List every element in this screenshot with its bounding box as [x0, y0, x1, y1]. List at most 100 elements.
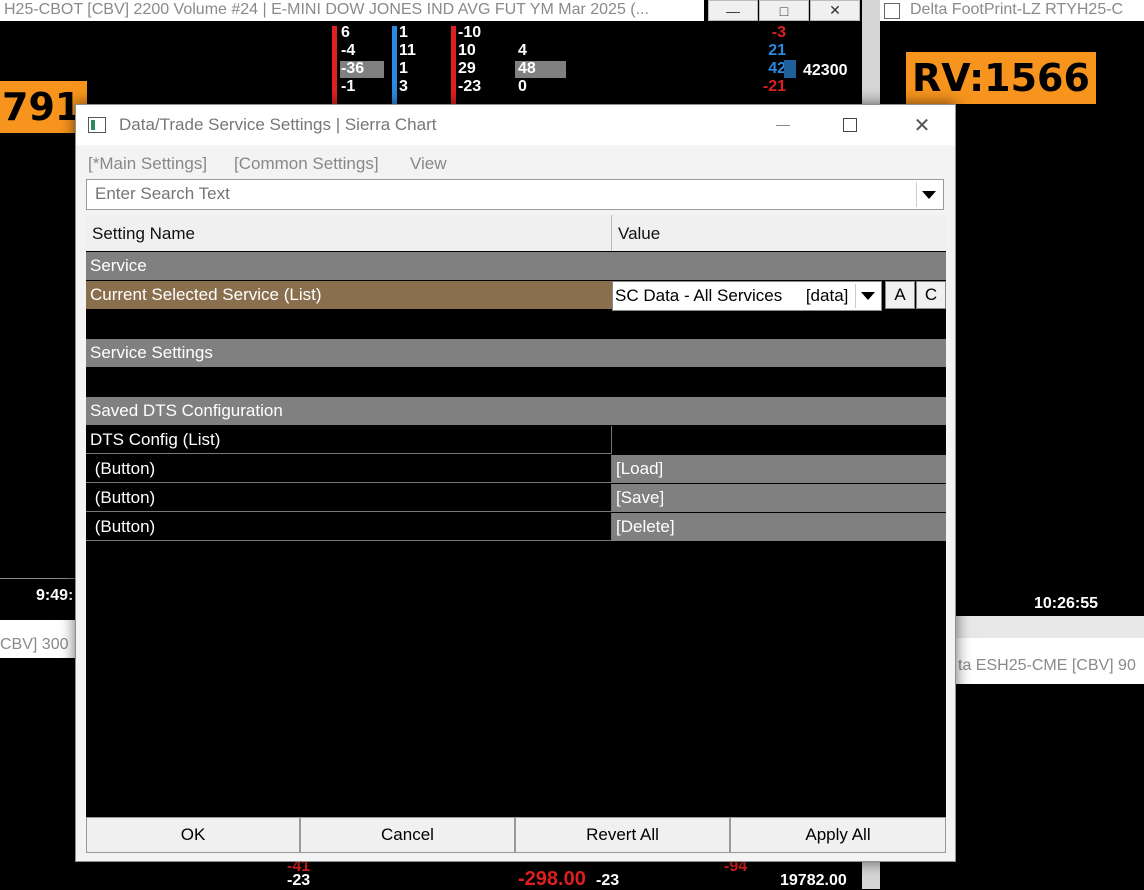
footprint-bar-red2 — [451, 26, 456, 104]
right-time: 10:26:55 — [1034, 595, 1099, 612]
setting-name: (Button) — [86, 484, 612, 512]
footprint-bar-blue2 — [784, 60, 796, 78]
footprint-value: 4 — [518, 42, 527, 59]
chevron-down-icon — [861, 292, 875, 300]
maximize-button[interactable]: □ — [759, 0, 809, 21]
service-dropdown-button[interactable] — [855, 284, 880, 308]
footprint-value: 11 — [399, 42, 416, 59]
bottom-price: 19782.00 — [780, 872, 847, 889]
maximize-icon — [843, 118, 857, 132]
left-time: 9:49: — [36, 587, 74, 604]
close-icon: ✕ — [829, 2, 841, 18]
footprint-value: 48 — [518, 60, 536, 77]
close-icon: ✕ — [913, 114, 931, 137]
window-divider-h — [956, 616, 1144, 638]
footprint-value: 1 — [399, 60, 408, 77]
app-icon — [88, 117, 106, 133]
right-badge: RV:1566 — [906, 52, 1096, 104]
category-row-saved-dts: Saved DTS Configuration — [86, 397, 946, 425]
category-label: Service — [86, 252, 946, 280]
footprint-value: -23 — [458, 78, 482, 95]
footprint-value: 29 — [458, 60, 476, 77]
menu-common-settings[interactable]: [Common Settings] — [234, 154, 379, 174]
minimize-button[interactable]: — — [708, 0, 758, 21]
empty-row — [86, 368, 946, 396]
footprint-value: -10 — [458, 24, 482, 41]
bottom-value: -23 — [596, 872, 620, 889]
setting-name: (Button) — [86, 455, 612, 483]
footprint-bar-red — [332, 26, 337, 104]
price-label: 42300 — [803, 62, 848, 79]
revert-all-button[interactable]: Revert All — [515, 817, 730, 853]
setting-row-dts-config[interactable]: DTS Config (List) — [86, 426, 946, 454]
menu-view[interactable]: View — [410, 154, 447, 174]
left-chart-title: H25-CBOT [CBV] 2200 Volume #24 | E-MINI … — [0, 0, 704, 21]
dialog-close-button[interactable]: ✕ — [900, 109, 944, 141]
footprint-col1: 6 -4 -36 -1 — [341, 24, 364, 96]
category-label: Saved DTS Configuration — [86, 397, 946, 425]
footprint-right: -3 21 42 -21 — [752, 24, 786, 96]
lower-right-title: ta ESH25-CME [CBV] 90 — [958, 657, 1136, 674]
minimize-icon — [776, 124, 790, 126]
search-dropdown-button[interactable] — [916, 182, 941, 207]
apply-all-button[interactable]: Apply All — [730, 817, 946, 853]
footprint-value: -4 — [341, 42, 356, 59]
close-button[interactable]: ✕ — [810, 0, 860, 21]
delete-button[interactable]: [Delete] — [612, 513, 946, 541]
footprint-col2: 1 11 1 3 — [399, 24, 416, 96]
footprint-value: -36 — [341, 60, 365, 77]
footprint-col4: 4 48 0 — [518, 42, 536, 96]
setting-name: Current Selected Service (List) — [86, 281, 612, 309]
category-label: Service Settings — [86, 339, 946, 367]
dialog-title-bar: Data/Trade Service Settings | Sierra Cha… — [76, 105, 955, 145]
row-button-a[interactable]: A — [885, 281, 915, 309]
footprint-value: -21 — [762, 78, 786, 95]
category-row-service-settings: Service Settings — [86, 339, 946, 367]
lower-left-title: CBV] 300 — [0, 636, 69, 653]
ok-button[interactable]: OK — [86, 817, 300, 853]
footprint-value: 21 — [768, 42, 786, 59]
service-select-value: SC Data - All Services [data] — [615, 286, 849, 305]
dialog-title: Data/Trade Service Settings | Sierra Cha… — [119, 115, 437, 134]
footprint-col3: -10 10 29 -23 — [458, 24, 481, 96]
cancel-button[interactable]: Cancel — [300, 817, 515, 853]
setting-row-load[interactable]: (Button) [Load] — [86, 455, 946, 483]
row-button-c[interactable]: C — [916, 281, 946, 309]
maximize-icon: □ — [779, 2, 789, 19]
bottom-value: -298.00 — [518, 868, 586, 890]
footprint-value: -1 — [341, 78, 356, 95]
footprint-value: 3 — [399, 78, 408, 95]
column-header-setting-name[interactable]: Setting Name — [86, 215, 612, 251]
search-input[interactable] — [93, 183, 917, 205]
footprint-value: 42 — [768, 60, 786, 77]
category-row-service: Service — [86, 252, 946, 280]
load-button[interactable]: [Load] — [612, 455, 946, 483]
time-axis-line — [0, 578, 80, 579]
setting-row-save[interactable]: (Button) [Save] — [86, 484, 946, 512]
setting-name: DTS Config (List) — [86, 426, 612, 454]
column-header-value[interactable]: Value — [612, 215, 946, 251]
service-select[interactable]: SC Data - All Services [data] — [612, 281, 882, 311]
footprint-value: 0 — [518, 78, 527, 95]
footprint-bar-blue — [392, 26, 397, 104]
bottom-value: -23 — [287, 872, 311, 889]
menu-main-settings[interactable]: [*Main Settings] — [88, 154, 207, 174]
footprint-value: 6 — [341, 24, 350, 41]
footprint-value: 1 — [399, 24, 408, 41]
chevron-down-icon — [922, 190, 936, 199]
dialog-minimize-button[interactable] — [761, 109, 805, 141]
setting-value[interactable] — [612, 426, 946, 454]
setting-name: (Button) — [86, 513, 612, 541]
search-combo[interactable] — [86, 179, 944, 210]
minimize-icon: — — [726, 2, 740, 19]
dialog-maximize-button[interactable] — [828, 109, 872, 141]
save-button[interactable]: [Save] — [612, 484, 946, 512]
dialog-menubar — [76, 145, 955, 178]
empty-row — [86, 310, 946, 338]
right-chart-title: Delta FootPrint-LZ RTYH25-C — [880, 0, 1144, 21]
window-icon — [884, 3, 900, 19]
settings-dialog: Data/Trade Service Settings | Sierra Cha… — [75, 104, 956, 862]
footprint-value: -3 — [771, 24, 786, 41]
footprint-value: 10 — [458, 42, 476, 59]
setting-row-delete[interactable]: (Button) [Delete] — [86, 513, 946, 541]
